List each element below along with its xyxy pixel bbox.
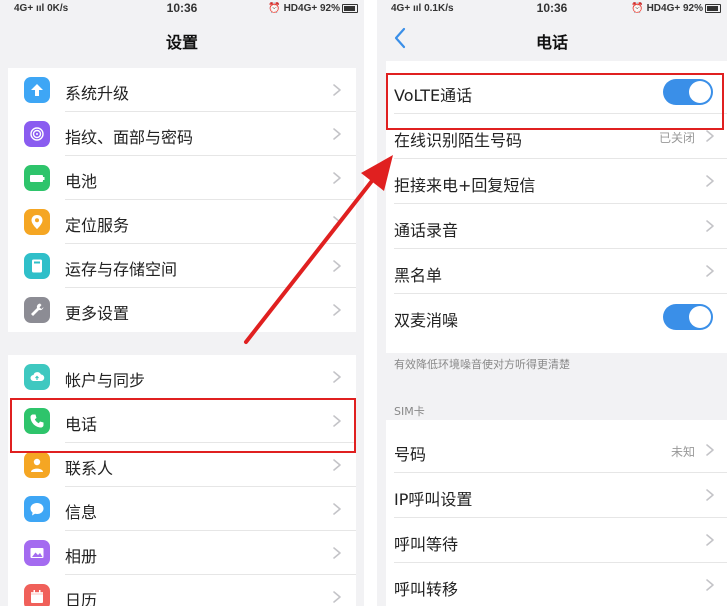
settings-row-system-3[interactable]: 定位服务 <box>8 200 356 244</box>
location-pin-icon <box>24 209 50 235</box>
chevron-right-icon <box>333 371 341 383</box>
highlight-box-phone <box>10 398 356 453</box>
status-icons: ⏰ HD4G+ <box>268 3 318 14</box>
cloud-sync-icon <box>24 364 50 390</box>
settings-group-system: 系统升级指纹、面部与密码 电池定位服务运存与存储空间 更多设置 <box>8 68 356 332</box>
setting-label: IP呼叫设置 <box>394 490 473 509</box>
settings-row-apps-0[interactable]: 帐户与同步 <box>8 355 356 399</box>
setting-label: 在线识别陌生号码 <box>394 131 523 150</box>
setting-label: 拒接来电+回复短信 <box>394 176 536 195</box>
chevron-right-icon <box>333 172 341 184</box>
chevron-right-icon <box>706 444 714 456</box>
battery-icon <box>342 4 358 13</box>
chevron-right-icon <box>333 304 341 316</box>
page-title: 设置 <box>165 33 198 52</box>
system-update-icon <box>24 77 50 103</box>
settings-row-label: 运存与存储空间 <box>65 260 178 279</box>
battery-icon <box>24 165 50 191</box>
settings-group-apps: 帐户与同步 电话 联系人 信息 相册 日历 <box>8 355 356 606</box>
settings-row-label: 电池 <box>65 172 98 191</box>
battery-icon <box>705 4 721 13</box>
settings-row-label: 信息 <box>65 503 98 522</box>
setting-label: 通话录音 <box>394 221 459 240</box>
chevron-right-icon <box>333 503 341 515</box>
settings-row-label: 相册 <box>65 547 98 566</box>
toggle-switch[interactable] <box>663 304 713 330</box>
noise-reduction-hint: 有效降低环境噪音使对方听得更清楚 <box>394 358 570 371</box>
chevron-right-icon <box>333 128 341 140</box>
settings-row-system-1[interactable]: 指纹、面部与密码 <box>8 112 356 156</box>
chevron-right-icon <box>706 534 714 546</box>
setting-label: 呼叫转移 <box>394 580 459 599</box>
settings-row-apps-5[interactable]: 日历 <box>8 575 356 606</box>
settings-row-apps-3[interactable]: 信息 <box>8 487 356 531</box>
setting-value: 已关闭 <box>658 131 695 145</box>
chevron-right-icon <box>706 489 714 501</box>
call-setting-row-call-4[interactable]: 黑名单 <box>386 249 727 294</box>
setting-value: 未知 <box>670 445 695 459</box>
settings-row-label: 帐户与同步 <box>65 371 146 390</box>
settings-row-label: 系统升级 <box>65 84 130 103</box>
settings-row-system-0[interactable]: 系统升级 <box>8 68 356 112</box>
nav-bar: 电话 <box>377 17 727 61</box>
nav-bar: 设置 <box>0 17 364 61</box>
settings-row-system-5[interactable]: 更多设置 <box>8 288 356 332</box>
sim-settings-group: 号码 未知 IP呼叫设置 呼叫等待呼叫转移 <box>386 420 727 606</box>
chevron-right-icon <box>706 265 714 277</box>
battery-percent: 92% <box>682 3 703 14</box>
settings-row-label: 指纹、面部与密码 <box>65 128 194 147</box>
call-setting-row-call-3[interactable]: 通话录音 <box>386 204 727 249</box>
call-setting-row-sim-2[interactable]: 呼叫等待 <box>386 518 727 563</box>
chevron-right-icon <box>333 216 341 228</box>
call-setting-row-sim-1[interactable]: IP呼叫设置 <box>386 473 727 518</box>
call-setting-row-sim-3[interactable]: 呼叫转移 <box>386 563 727 606</box>
setting-label: 号码 <box>394 445 427 464</box>
message-icon <box>24 496 50 522</box>
status-bar: 4G+ ııl 0.1K/s 10:36 ⏰ HD4G+ 92% <box>377 0 727 17</box>
settings-row-system-4[interactable]: 运存与存储空间 <box>8 244 356 288</box>
chevron-right-icon <box>333 547 341 559</box>
chevron-right-icon <box>706 175 714 187</box>
settings-row-label: 联系人 <box>65 459 114 478</box>
status-icons: ⏰ HD4G+ <box>631 3 681 14</box>
battery-percent: 92% <box>319 3 340 14</box>
chevron-right-icon <box>706 130 714 142</box>
contact-icon <box>24 452 50 478</box>
chevron-right-icon <box>333 260 341 272</box>
call-setting-row-sim-0[interactable]: 号码 未知 <box>386 428 727 473</box>
setting-label: 双麦消噪 <box>394 311 459 330</box>
call-setting-row-call-5[interactable]: 双麦消噪 <box>386 294 727 339</box>
chevron-right-icon <box>333 84 341 96</box>
setting-label: 黑名单 <box>394 266 443 285</box>
settings-row-label: 定位服务 <box>65 216 130 235</box>
chevron-right-icon <box>706 579 714 591</box>
settings-row-apps-4[interactable]: 相册 <box>8 531 356 575</box>
fingerprint-icon <box>24 121 50 147</box>
chevron-right-icon <box>333 459 341 471</box>
sim-section-header: SIM卡 <box>394 405 425 418</box>
gallery-icon <box>24 540 50 566</box>
settings-row-label: 日历 <box>65 591 98 606</box>
storage-icon <box>24 253 50 279</box>
calendar-icon <box>24 584 50 606</box>
settings-screen: 4G+ ııl 0K/s 10:36 ⏰ HD4G+ 92% 设置 系统升级指纹… <box>0 0 364 606</box>
wrench-icon <box>24 297 50 323</box>
page-title: 电话 <box>535 33 568 52</box>
settings-row-system-2[interactable]: 电池 <box>8 156 356 200</box>
settings-row-label: 更多设置 <box>65 304 130 323</box>
toggle-knob <box>689 306 711 328</box>
call-setting-row-call-2[interactable]: 拒接来电+回复短信 <box>386 159 727 204</box>
chevron-right-icon <box>333 591 341 603</box>
chevron-right-icon <box>706 220 714 232</box>
highlight-box-volte <box>386 73 724 130</box>
setting-label: 呼叫等待 <box>394 535 459 554</box>
status-bar: 4G+ ııl 0K/s 10:36 ⏰ HD4G+ 92% <box>0 0 364 17</box>
